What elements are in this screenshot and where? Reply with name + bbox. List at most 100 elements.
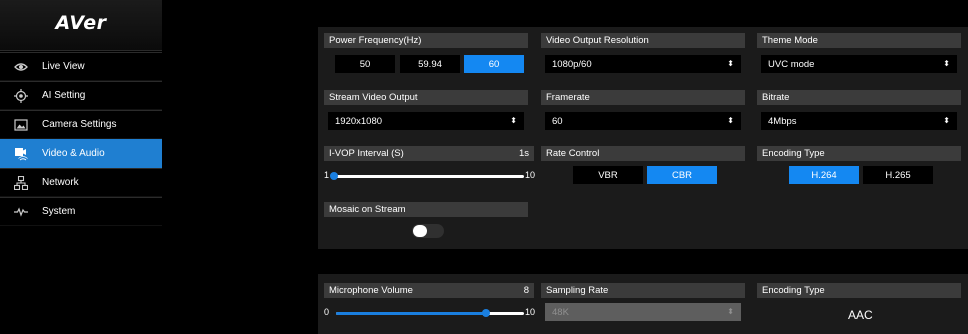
toggle-knob: [413, 225, 427, 237]
ai-target-icon: [14, 89, 28, 103]
framerate-title: Framerate: [546, 92, 590, 103]
ivop-min-label: 1: [324, 170, 330, 180]
pulse-icon: [14, 207, 28, 217]
logo-text: AVer: [55, 12, 107, 34]
power-frequency-60-button[interactable]: 60: [464, 55, 524, 73]
bitrate-select[interactable]: 4Mbps ⬍: [761, 112, 957, 130]
field-header: Theme Mode: [757, 33, 961, 48]
sidebar-item-label: Camera Settings: [42, 119, 117, 130]
camera-image-icon: [14, 119, 28, 131]
sidebar-item-label: AI Setting: [42, 90, 86, 101]
video-output-resolution-field: Video Output Resolution 1080p/60 ⬍: [541, 33, 745, 77]
sampling-rate-field: Sampling Rate 48K ⬍: [541, 283, 745, 327]
select-arrows-icon: ⬍: [943, 59, 950, 68]
audio-encoding-type-field: Encoding Type AAC: [757, 283, 961, 327]
select-value: UVC mode: [768, 59, 815, 70]
stream-video-output-title: Stream Video Output: [329, 92, 418, 103]
network-icon: [14, 176, 28, 190]
field-header: Framerate: [541, 90, 745, 105]
eye-icon: [14, 63, 28, 71]
ivop-max-label: 10: [525, 170, 536, 180]
select-value: 4Mbps: [768, 116, 797, 127]
field-header: Encoding Type: [757, 283, 961, 298]
framerate-field: Framerate 60 ⬍: [541, 90, 745, 134]
encoding-type-title: Encoding Type: [762, 148, 825, 159]
ivop-interval-field: I-VOP Interval (S) 1s 1 10: [324, 146, 536, 190]
select-value: 48K: [552, 307, 569, 318]
bitrate-title: Bitrate: [762, 92, 790, 103]
mic-volume-slider-fill: [336, 312, 486, 315]
rate-control-title: Rate Control: [546, 148, 600, 159]
sidebar-item-label: Live View: [42, 61, 85, 72]
power-frequency-title: Power Frequency(Hz): [329, 35, 422, 46]
microphone-volume-value: 8: [523, 285, 529, 296]
power-frequency-field: Power Frequency(Hz) 50 59.94 60: [324, 33, 528, 77]
rate-control-field: Rate Control VBR CBR: [541, 146, 745, 190]
select-value: 1920x1080: [335, 116, 383, 127]
stream-video-output-select[interactable]: 1920x1080 ⬍: [328, 112, 524, 130]
rate-control-cbr-button[interactable]: CBR: [647, 166, 717, 184]
mic-volume-max-label: 10: [525, 307, 536, 317]
audio-encoding-type-title: Encoding Type: [762, 285, 825, 296]
sidebar-item-live-view[interactable]: Live View: [0, 52, 162, 81]
sidebar-item-ai-setting[interactable]: AI Setting: [0, 81, 162, 110]
mic-volume-slider-handle[interactable]: [482, 309, 490, 317]
rate-control-vbr-button[interactable]: VBR: [573, 166, 643, 184]
sidebar: AVer Live View AI Setting Camera Setting…: [0, 0, 162, 334]
theme-mode-title: Theme Mode: [762, 35, 818, 46]
field-header: Video Output Resolution: [541, 33, 745, 48]
framerate-select[interactable]: 60 ⬍: [545, 112, 741, 130]
field-header: Stream Video Output: [324, 90, 528, 105]
ivop-slider-handle[interactable]: [330, 172, 338, 180]
audio-encoding-value: AAC: [848, 308, 873, 322]
mosaic-on-stream-field: Mosaic on Stream: [324, 202, 528, 246]
field-header: Power Frequency(Hz): [324, 33, 528, 48]
select-arrows-icon: ⬍: [510, 116, 517, 125]
sidebar-item-camera-settings[interactable]: Camera Settings: [0, 110, 162, 139]
field-header: Microphone Volume 8: [324, 283, 534, 298]
select-arrows-icon: ⬍: [727, 116, 734, 125]
encoding-type-field: Encoding Type H.264 H.265: [757, 146, 961, 190]
microphone-volume-title: Microphone Volume: [329, 285, 413, 296]
video-output-resolution-select[interactable]: 1080p/60 ⬍: [545, 55, 741, 73]
select-value: 1080p/60: [552, 59, 592, 70]
power-frequency-5994-button[interactable]: 59.94: [400, 55, 460, 73]
mosaic-on-stream-toggle[interactable]: [412, 224, 444, 238]
field-header: Mosaic on Stream: [324, 202, 528, 217]
ivop-interval-title: I-VOP Interval (S): [329, 148, 404, 159]
microphone-volume-field: Microphone Volume 8 0 10: [324, 283, 536, 327]
select-arrows-icon: ⬍: [727, 307, 734, 316]
power-frequency-50-button[interactable]: 50: [335, 55, 395, 73]
ivop-slider-track[interactable]: [332, 175, 524, 178]
select-value: 60: [552, 116, 563, 127]
sampling-rate-select[interactable]: 48K ⬍: [545, 303, 741, 321]
theme-mode-select[interactable]: UVC mode ⬍: [761, 55, 957, 73]
stream-video-output-field: Stream Video Output 1920x1080 ⬍: [324, 90, 528, 134]
field-header: Encoding Type: [757, 146, 961, 161]
sidebar-item-label: System: [42, 206, 76, 217]
select-arrows-icon: ⬍: [727, 59, 734, 68]
theme-mode-field: Theme Mode UVC mode ⬍: [757, 33, 961, 77]
bitrate-field: Bitrate 4Mbps ⬍: [757, 90, 961, 134]
video-output-resolution-title: Video Output Resolution: [546, 35, 649, 46]
sidebar-item-network[interactable]: Network: [0, 168, 162, 197]
ivop-interval-value: 1s: [518, 148, 529, 159]
sampling-rate-title: Sampling Rate: [546, 285, 609, 296]
field-header: Rate Control: [541, 146, 745, 161]
field-header: Sampling Rate: [541, 283, 745, 298]
mic-volume-min-label: 0: [324, 307, 330, 317]
sidebar-item-label: Video & Audio: [42, 148, 105, 159]
select-arrows-icon: ⬍: [943, 116, 950, 125]
field-header: I-VOP Interval (S) 1s: [324, 146, 534, 161]
encoding-h265-button[interactable]: H.265: [863, 166, 933, 184]
audio-settings-panel: Microphone Volume 8 0 10 Sampling Rate 4…: [318, 274, 968, 334]
video-settings-panel: Power Frequency(Hz) 50 59.94 60 Video Ou…: [318, 27, 968, 249]
mosaic-on-stream-title: Mosaic on Stream: [329, 204, 406, 215]
sidebar-item-system[interactable]: System: [0, 197, 162, 226]
encoding-h264-button[interactable]: H.264: [789, 166, 859, 184]
sidebar-item-video-audio[interactable]: Video & Audio: [0, 139, 162, 168]
nav-menu: Live View AI Setting Camera Settings Vid…: [0, 52, 162, 226]
sidebar-item-label: Network: [42, 177, 79, 188]
field-header: Bitrate: [757, 90, 961, 105]
video-audio-icon: [15, 148, 28, 161]
